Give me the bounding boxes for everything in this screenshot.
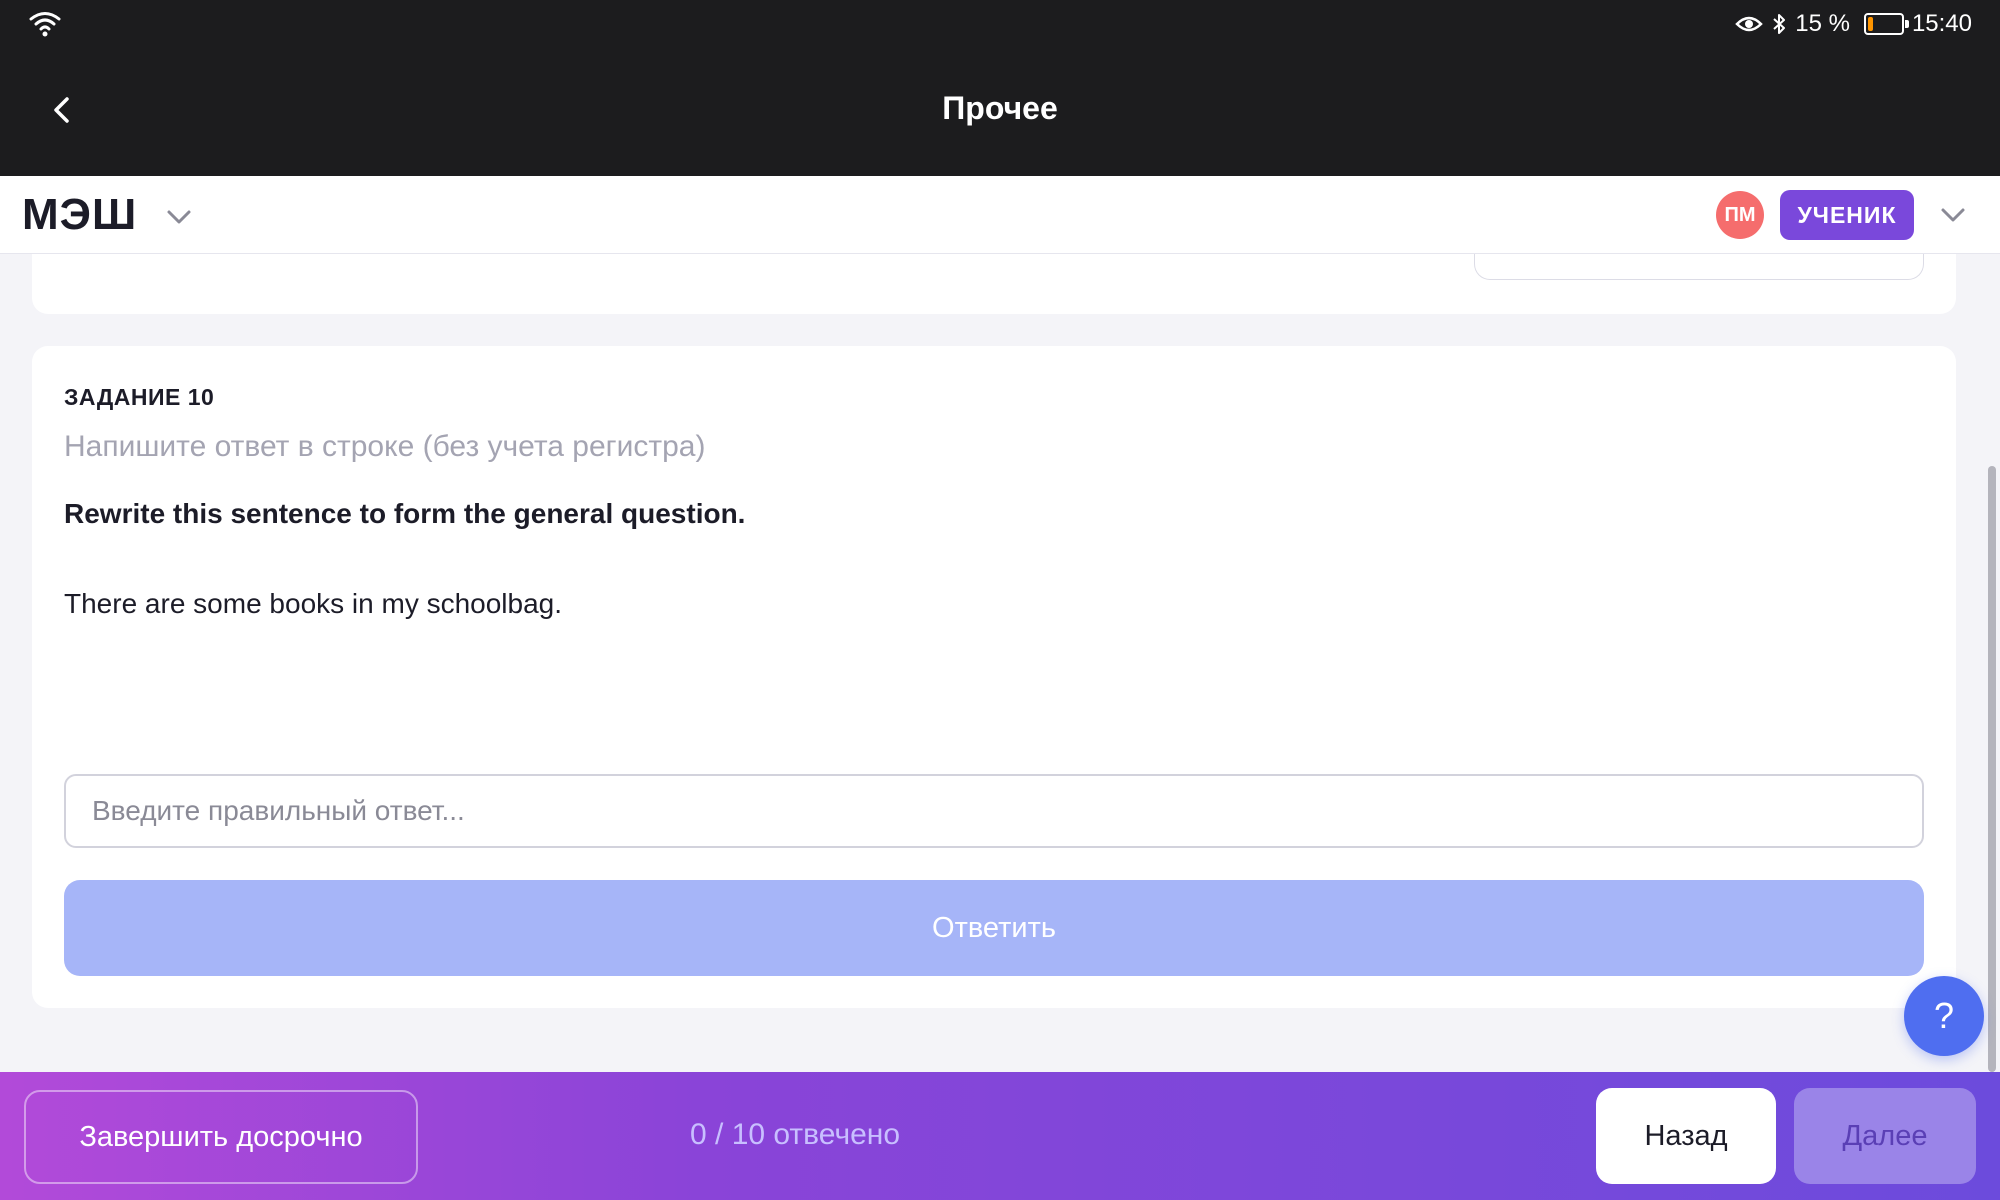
status-indicators: 15 % 15:40 (1735, 10, 1972, 38)
task-instruction: Rewrite this sentence to form the genera… (64, 498, 746, 529)
help-label: ? (1933, 995, 1955, 1036)
help-button[interactable]: ? (1904, 976, 1984, 1056)
card-top-pill (1474, 250, 1924, 280)
bluetooth-icon (1773, 14, 1786, 34)
app-bar: Прочее (0, 48, 2000, 176)
scrollbar[interactable] (1988, 466, 1996, 1072)
next-button[interactable]: Далее (1794, 1088, 1976, 1184)
battery-percent: 15 % (1795, 10, 1850, 37)
mesh-logo[interactable]: МЭШ (22, 190, 137, 240)
battery-level-fill (1867, 17, 1873, 31)
submit-answer-button[interactable]: Ответить (64, 880, 1924, 976)
bottom-bar: Завершить досрочно 0 / 10 отвечено Назад… (0, 1072, 2000, 1200)
answer-input[interactable] (64, 774, 1924, 848)
answered-progress: 0 / 10 отвечено (690, 1118, 901, 1151)
task-hint: Напишите ответ в строке (без учета регис… (64, 430, 706, 463)
finish-early-button[interactable]: Завершить досрочно (24, 1090, 418, 1184)
mesh-header: МЭШ ПМ УЧЕНИК (0, 176, 2000, 254)
chevron-down-icon[interactable] (1936, 198, 1970, 232)
task-card: ЗАДАНИЕ 10 Напишите ответ в строке (без … (32, 346, 1956, 1008)
task-number: ЗАДАНИЕ 10 (64, 384, 215, 410)
page-title: Прочее (942, 90, 1058, 126)
wifi-icon (29, 12, 61, 37)
status-bar: 15 % 15:40 (0, 0, 2000, 48)
role-badge[interactable]: УЧЕНИК (1780, 190, 1914, 240)
eye-icon (1735, 16, 1764, 32)
back-nav-button[interactable]: Назад (1596, 1088, 1776, 1184)
chevron-down-icon[interactable] (162, 200, 196, 234)
clock: 15:40 (1911, 10, 1972, 37)
avatar[interactable]: ПМ (1716, 191, 1764, 239)
task-sentence: There are some books in my schoolbag. (64, 588, 563, 619)
battery-icon (1863, 13, 1909, 35)
